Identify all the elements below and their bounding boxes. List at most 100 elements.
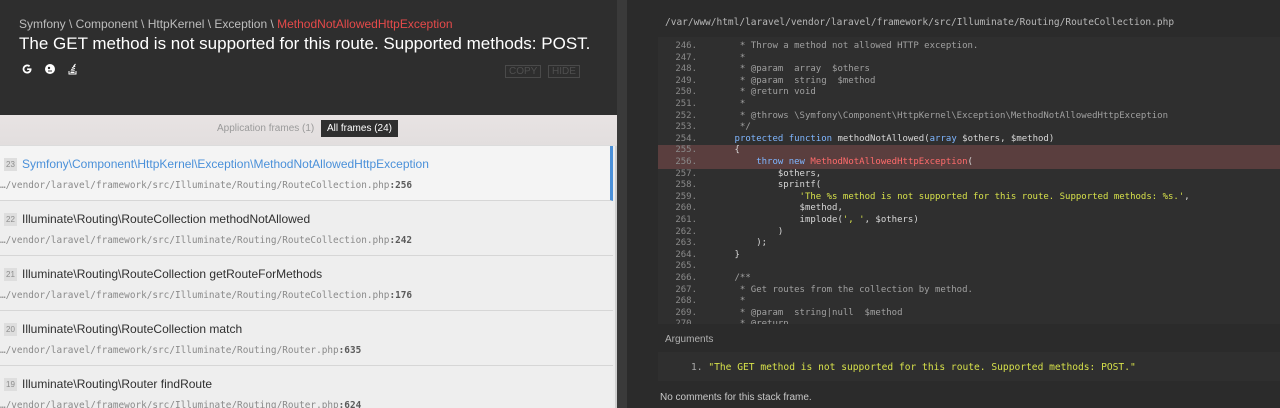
code-line: 270. * @return <box>658 319 1280 324</box>
stackoverflow-icon[interactable] <box>66 62 80 76</box>
code-line-number: 270. <box>658 319 702 324</box>
argument-number: 1. <box>691 362 703 373</box>
code-line-number: 247. <box>675 52 697 63</box>
code-line-text: throw new MethodNotAllowedHttpException( <box>756 157 973 167</box>
code-line-number: 254. <box>675 133 697 144</box>
code-line-text: /** <box>712 273 751 283</box>
frame-file-path: …/vendor/laravel/framework/src/Illuminat… <box>0 180 390 191</box>
code-line: 247. * <box>658 53 1280 65</box>
code-line: 261. implode(', ', $others) <box>658 215 1280 227</box>
code-line: 265. <box>658 261 1280 273</box>
code-line: 253. */ <box>658 122 1280 134</box>
frame-line-number: :256 <box>389 180 413 191</box>
frames-list: 23 Symfony\Component\HttpKernel\Exceptio… <box>0 146 615 408</box>
frame-index: 23 <box>4 158 17 171</box>
frame-item[interactable]: 20 Illuminate\Routing\RouteCollection ma… <box>0 311 613 366</box>
frame-item[interactable]: 21 Illuminate\Routing\RouteCollection ge… <box>0 256 613 311</box>
frame-class: Illuminate\Routing\RouteCollection getRo… <box>22 267 323 281</box>
frame-index: 19 <box>4 378 17 391</box>
panel-divider <box>617 0 627 408</box>
code-line-number: 250. <box>675 87 697 98</box>
frame-item[interactable]: 22 Illuminate\Routing\RouteCollection me… <box>0 201 613 256</box>
application-frames-toggle[interactable]: Application frames (1) <box>217 123 314 134</box>
frame-file: …/vendor/laravel/framework/src/Illuminat… <box>0 290 412 301</box>
frame-class: Illuminate\Routing\RouteCollection metho… <box>22 212 311 226</box>
frame-file-path: …/vendor/laravel/framework/src/Illuminat… <box>0 290 390 301</box>
code-line-text: protected function methodNotAllowed(arra… <box>734 133 1055 144</box>
code-viewer: 246. * Throw a method not allowed HTTP e… <box>658 37 1280 324</box>
google-icon[interactable] <box>20 62 34 76</box>
code-line-number: 263. <box>675 238 697 249</box>
argument-value: "The GET method is not supported for thi… <box>708 362 1136 373</box>
code-line-text: implode(', ', $others) <box>712 215 919 225</box>
code-line-text: } <box>712 249 740 260</box>
code-line-text: * Get routes from the collection by meth… <box>712 284 973 295</box>
frame-file: …/vendor/laravel/framework/src/Illuminat… <box>0 180 412 191</box>
code-line-text: * @param string $method <box>712 75 876 86</box>
code-line: 252. * @throws \Symfony\Component\HttpKe… <box>658 111 1280 123</box>
frame-file: …/vendor/laravel/framework/src/Illuminat… <box>0 235 412 246</box>
code-line-text: sprintf( <box>712 180 822 191</box>
code-line: 255. { <box>658 145 1280 157</box>
search-links <box>20 62 80 76</box>
code-line-number: 261. <box>675 215 697 225</box>
code-line: 266. /** <box>658 273 1280 285</box>
exception-message: The GET method is not supported for this… <box>19 34 591 53</box>
code-line: 267. * Get routes from the collection by… <box>658 285 1280 297</box>
code-line-number: 258. <box>675 180 697 191</box>
code-line: 248. * @param array $others <box>658 64 1280 76</box>
code-line-text: { <box>712 145 740 156</box>
code-line: 249. * @param string $method <box>658 76 1280 88</box>
copy-button[interactable]: COPY <box>505 65 542 78</box>
code-line: 258. sprintf( <box>658 180 1280 192</box>
code-line: 260. $method, <box>658 203 1280 215</box>
code-line-number: 259. <box>675 191 697 202</box>
frame-index: 21 <box>4 268 17 281</box>
exception-namespace: Symfony \ Component \ HttpKernel \ Excep… <box>19 17 278 31</box>
code-line-number: 265. <box>675 261 697 272</box>
frame-line-number: :635 <box>338 345 362 356</box>
code-line-text: $method, <box>712 203 843 214</box>
code-line-text: ); <box>712 238 768 249</box>
code-line-number: 269. <box>675 307 697 318</box>
hide-button[interactable]: HIDE <box>548 65 580 78</box>
code-line: 246. * Throw a method not allowed HTTP e… <box>658 41 1280 53</box>
code-line: 263. ); <box>658 238 1280 250</box>
code-line: 251. * <box>658 99 1280 111</box>
code-line-number: 256. <box>675 157 697 167</box>
duckduckgo-icon[interactable] <box>43 62 57 76</box>
code-line: 262. ) <box>658 227 1280 239</box>
code-line-number: 255. <box>675 145 697 156</box>
code-line-text: * <box>712 99 746 109</box>
code-line-text: */ <box>712 122 751 133</box>
stack-panel: Symfony \ Component \ HttpKernel \ Excep… <box>0 0 617 408</box>
code-line-text: * @param string|null $method <box>712 307 903 318</box>
frame-line-number: :624 <box>338 400 362 408</box>
code-line-text: * @throws \Symfony\Component\HttpKernel\… <box>712 110 1168 121</box>
code-line: 250. * @return void <box>658 87 1280 99</box>
code-line-text: * @return <box>713 319 789 324</box>
frame-item[interactable]: 19 Illuminate\Routing\Router findRoute …… <box>0 366 613 408</box>
comments-text: No comments for this stack frame. <box>660 392 812 403</box>
code-line-number: 248. <box>675 64 697 75</box>
code-file-path[interactable]: /var/www/html/laravel/vendor/laravel/fra… <box>665 17 1174 28</box>
code-line-text: * Throw a method not allowed HTTP except… <box>712 41 979 51</box>
frame-class: Symfony\Component\HttpKernel\Exception\M… <box>22 157 429 171</box>
argument-item: 1. "The GET method is not supported for … <box>691 362 1136 373</box>
code-line-number: 267. <box>675 284 697 295</box>
code-line-number: 253. <box>675 122 697 133</box>
frame-class: Illuminate\Routing\Router findRoute <box>22 377 213 391</box>
all-frames-toggle[interactable]: All frames (24) <box>321 120 399 137</box>
frame-class: Illuminate\Routing\RouteCollection match <box>22 322 243 336</box>
frame-file: …/vendor/laravel/framework/src/Illuminat… <box>0 400 361 408</box>
exception-class: Symfony \ Component \ HttpKernel \ Excep… <box>19 17 453 31</box>
code-line-number: 268. <box>675 296 697 307</box>
frame-item[interactable]: 23 Symfony\Component\HttpKernel\Exceptio… <box>0 146 613 201</box>
code-line: 256. throw new MethodNotAllowedHttpExcep… <box>658 157 1280 169</box>
code-line: 254. protected function methodNotAllowed… <box>658 134 1280 146</box>
code-line-text: $others, <box>712 168 822 179</box>
code-line: 264. } <box>658 250 1280 262</box>
arguments-label: Arguments <box>665 334 714 345</box>
frame-file-path: …/vendor/laravel/framework/src/Illuminat… <box>0 345 339 356</box>
code-line-text: * @param array $others <box>712 64 870 75</box>
